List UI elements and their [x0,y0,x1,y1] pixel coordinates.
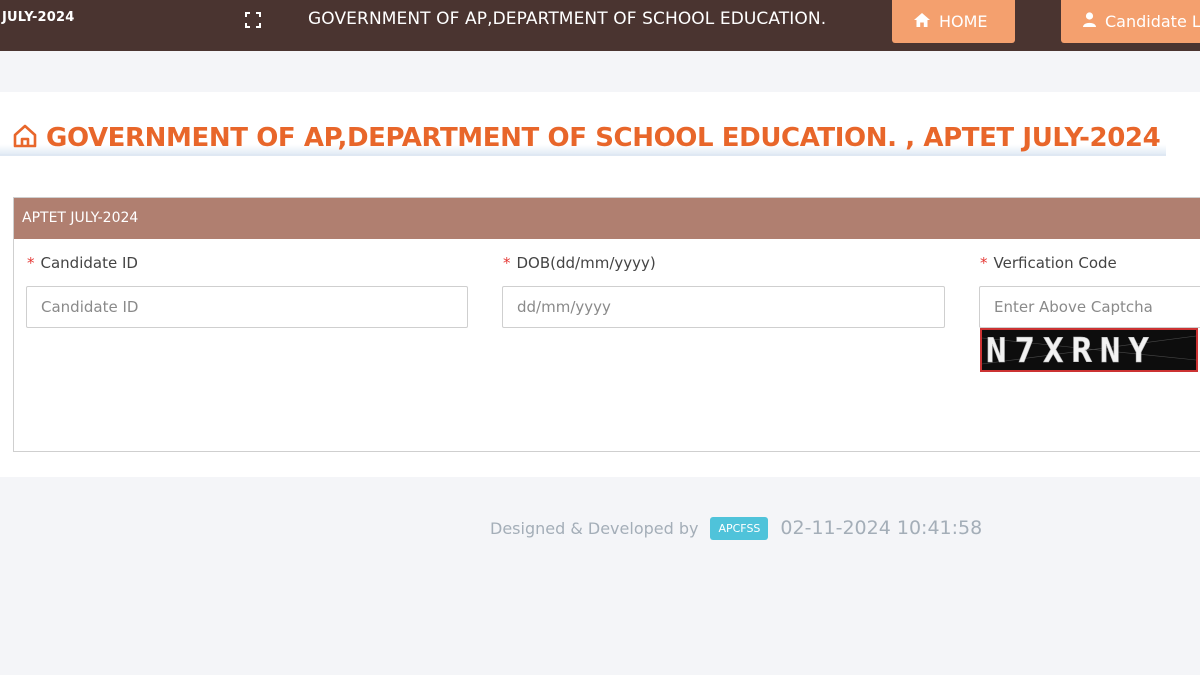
home-icon [914,12,930,31]
page-title-text: GOVERNMENT OF AP,DEPARTMENT OF SCHOOL ED… [46,123,1161,153]
home-outline-icon [12,123,38,153]
candidate-id-label-text: Candidate ID [40,254,138,272]
footer-timestamp: 02-11-2024 10:41:58 [780,517,983,539]
header-title: GOVERNMENT OF AP,DEPARTMENT OF SCHOOL ED… [308,9,827,29]
verification-code-label-text: Verfication Code [993,254,1117,272]
captcha-text: N7XRNY [986,331,1157,370]
required-marker: * [980,254,988,272]
login-form-card: APTET JULY-2024 * Candidate ID * DOB(dd/mm… [13,197,1200,452]
footer: Designed & Developed by APCFSS 02-11-202… [490,514,982,542]
verification-code-label: * Verfication Code [980,254,1117,272]
required-marker: * [27,254,35,272]
dob-input[interactable] [502,286,945,328]
dob-label-text: DOB(dd/mm/yyyy) [516,254,656,272]
candidate-id-input[interactable] [26,286,468,328]
candidate-login-nav-button[interactable]: Candidate L [1061,0,1200,43]
fullscreen-icon[interactable] [244,11,262,29]
form-card-header: APTET JULY-2024 [14,198,1200,239]
home-nav-label: HOME [939,12,988,31]
dob-label: * DOB(dd/mm/yyyy) [503,254,656,272]
user-icon [1083,12,1096,31]
candidate-login-nav-label: Candidate L [1105,12,1200,31]
home-nav-button[interactable]: HOME [892,0,1015,43]
footer-credit: Designed & Developed by [490,518,699,538]
page-title: GOVERNMENT OF AP,DEPARTMENT OF SCHOOL ED… [0,122,1167,156]
developer-badge[interactable]: APCFSS [710,516,769,540]
captcha-input[interactable] [979,286,1200,328]
candidate-id-label: * Candidate ID [27,254,138,272]
captcha-image: N7XRNY [980,328,1198,372]
header-brand: JULY-2024 [2,10,75,25]
top-header: JULY-2024 GOVERNMENT OF AP,DEPARTMENT OF… [0,0,1200,51]
required-marker: * [503,254,511,272]
